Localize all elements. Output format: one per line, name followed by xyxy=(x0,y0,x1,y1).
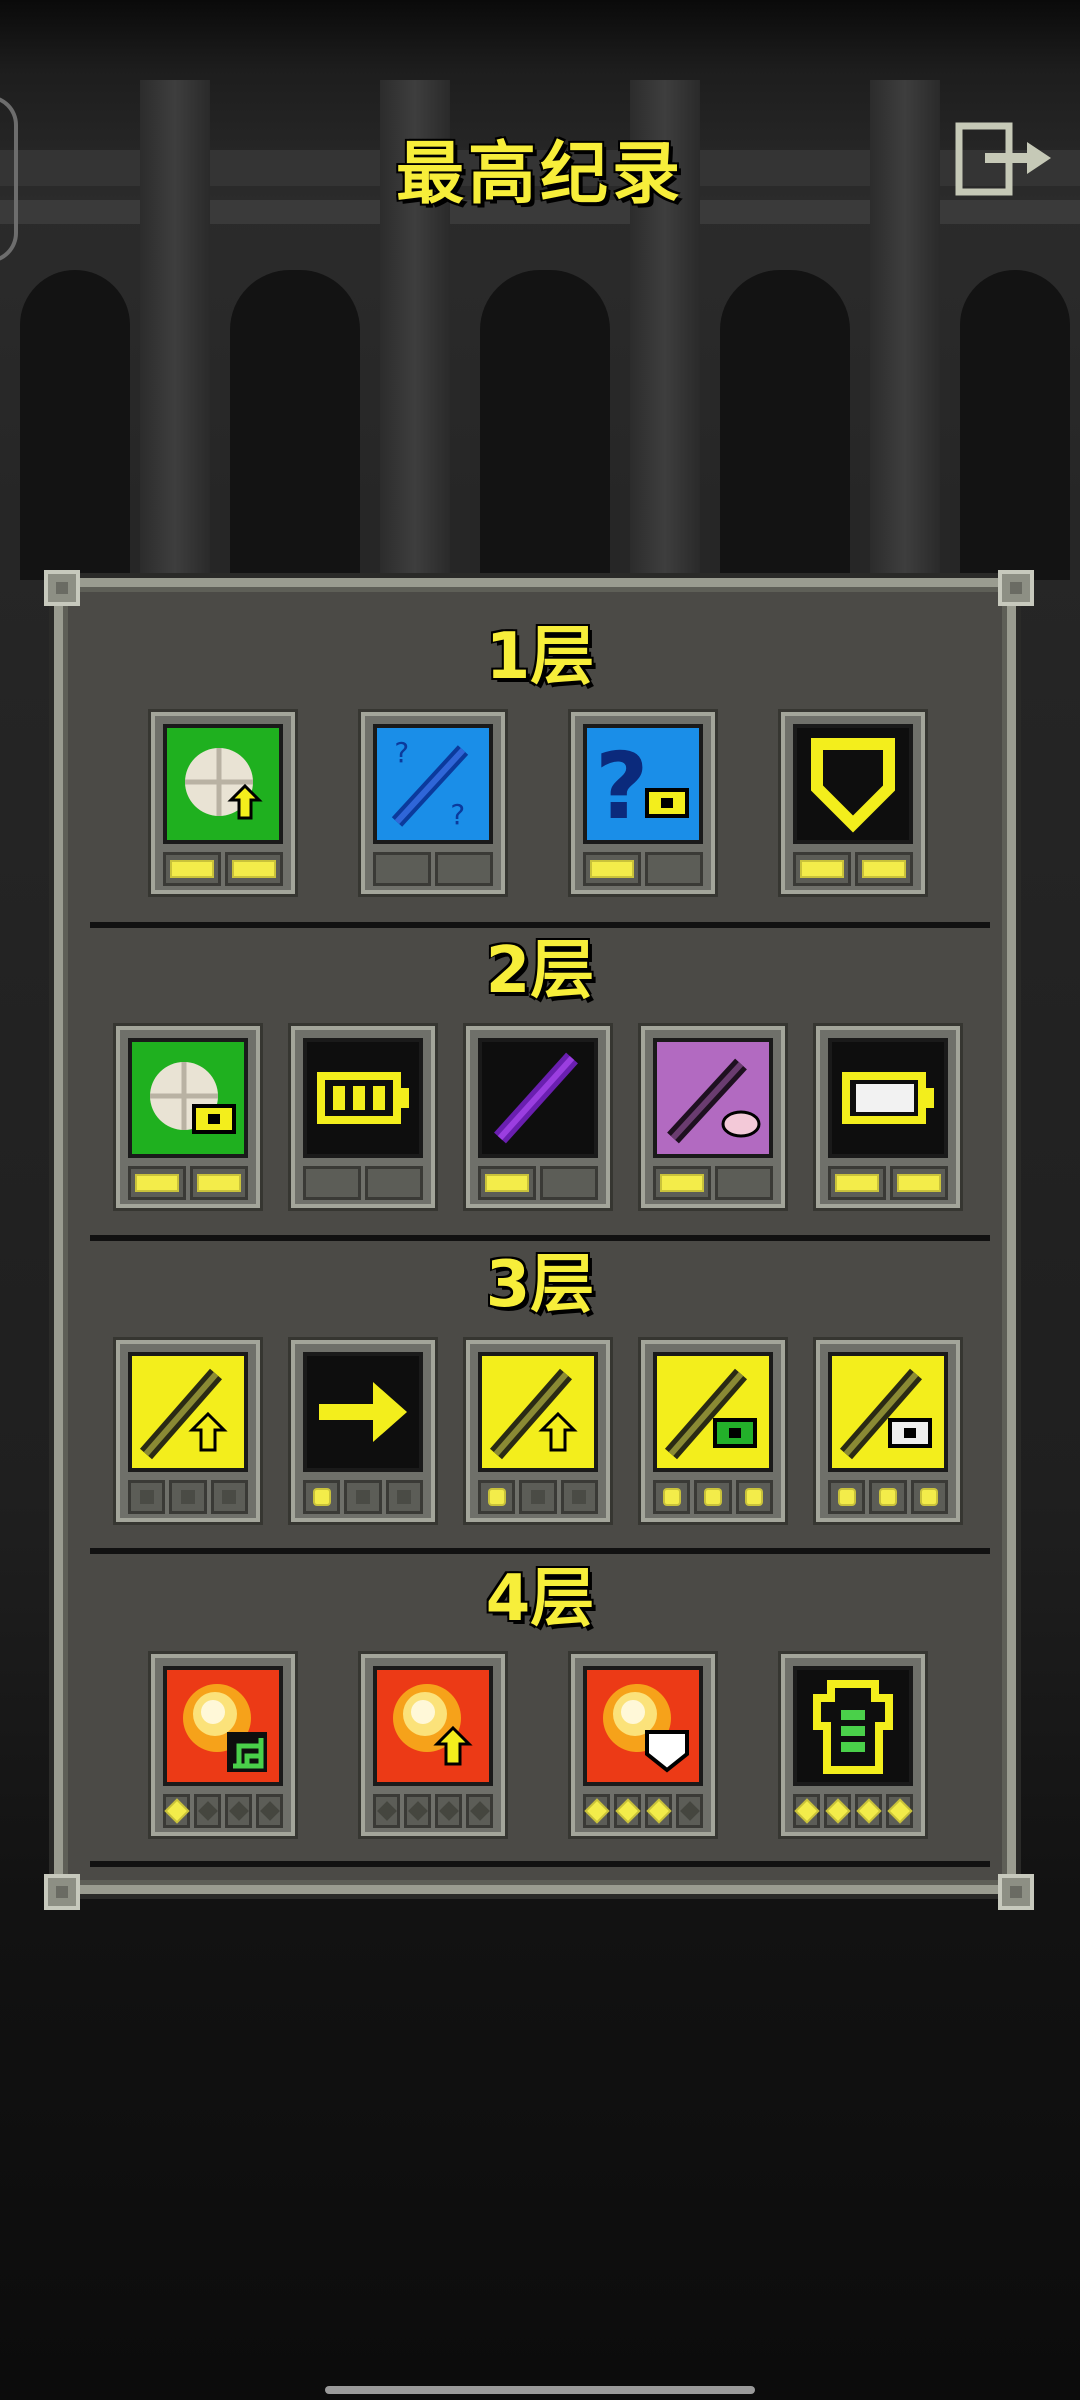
record-item[interactable]: ?? xyxy=(361,712,505,894)
floor-label-3: 3层 xyxy=(485,1248,595,1322)
panel-corner xyxy=(44,570,80,606)
armor-icon xyxy=(793,724,913,844)
explosion-shield-icon xyxy=(583,1666,703,1786)
wand-unknown-icon: ?? xyxy=(373,724,493,844)
divider xyxy=(90,1235,990,1241)
floor-label-2: 2层 xyxy=(485,934,595,1008)
record-item[interactable] xyxy=(641,1340,785,1522)
record-item[interactable] xyxy=(116,1026,260,1208)
home-indicator[interactable] xyxy=(325,2386,755,2394)
progress-slots xyxy=(653,1480,773,1514)
weapon-white-ring-icon xyxy=(828,1352,948,1472)
arrow-right-icon xyxy=(303,1352,423,1472)
page-title: 最高纪录 xyxy=(395,135,684,214)
progress-slots xyxy=(828,1480,948,1514)
floor-label-4: 4层 xyxy=(485,1562,595,1636)
record-item[interactable] xyxy=(571,1654,715,1836)
record-item[interactable] xyxy=(291,1340,435,1522)
battery-full-icon xyxy=(303,1038,423,1158)
record-item[interactable]: ? xyxy=(571,712,715,894)
progress-slots xyxy=(303,1480,423,1514)
divider xyxy=(90,1861,990,1867)
weapon-upgrade-icon xyxy=(128,1352,248,1472)
svg-text:?: ? xyxy=(393,736,410,769)
progress-slots xyxy=(163,852,283,886)
record-item[interactable] xyxy=(361,1654,505,1836)
record-item[interactable] xyxy=(291,1026,435,1208)
battery-white-icon xyxy=(828,1038,948,1158)
panel-corner xyxy=(44,1874,80,1910)
record-item[interactable] xyxy=(466,1340,610,1522)
progress-slots xyxy=(163,1794,283,1828)
progress-slots xyxy=(793,852,913,886)
progress-slots xyxy=(828,1166,948,1200)
seed-upgrade-icon xyxy=(163,724,283,844)
record-item[interactable] xyxy=(816,1026,960,1208)
panel-corner xyxy=(998,570,1034,606)
unknown-ring-icon: ? xyxy=(583,724,703,844)
progress-slots xyxy=(478,1480,598,1514)
record-item[interactable] xyxy=(151,1654,295,1836)
record-item[interactable] xyxy=(641,1026,785,1208)
explosion-stairs-icon xyxy=(163,1666,283,1786)
floor-label-1: 1层 xyxy=(485,620,595,694)
record-item[interactable] xyxy=(151,712,295,894)
progress-slots xyxy=(793,1794,913,1828)
progress-slots xyxy=(583,1794,703,1828)
svg-text:?: ? xyxy=(595,733,648,840)
record-item[interactable] xyxy=(781,712,925,894)
progress-slots xyxy=(583,852,703,886)
purple-wand-icon xyxy=(478,1038,598,1158)
record-item[interactable] xyxy=(781,1654,925,1836)
wand-pink-icon xyxy=(653,1038,773,1158)
exit-door-icon xyxy=(955,122,1051,196)
progress-slots xyxy=(478,1166,598,1200)
record-item[interactable] xyxy=(466,1026,610,1208)
divider xyxy=(90,922,990,928)
progress-slots xyxy=(373,1794,493,1828)
progress-slots xyxy=(128,1166,248,1200)
svg-text:?: ? xyxy=(449,798,466,831)
progress-slots xyxy=(303,1166,423,1200)
weapon-upgrade-icon xyxy=(478,1352,598,1472)
exit-button[interactable] xyxy=(955,120,1055,200)
record-item[interactable] xyxy=(116,1340,260,1522)
panel-corner xyxy=(998,1874,1034,1910)
record-item[interactable] xyxy=(816,1340,960,1522)
weapon-green-ring-icon xyxy=(653,1352,773,1472)
progress-slots xyxy=(373,852,493,886)
armor-outline-icon xyxy=(793,1666,913,1786)
progress-slots xyxy=(653,1166,773,1200)
explosion-upgrade-icon xyxy=(373,1666,493,1786)
divider xyxy=(90,1548,990,1554)
seed-ring-icon xyxy=(128,1038,248,1158)
progress-slots xyxy=(128,1480,248,1514)
